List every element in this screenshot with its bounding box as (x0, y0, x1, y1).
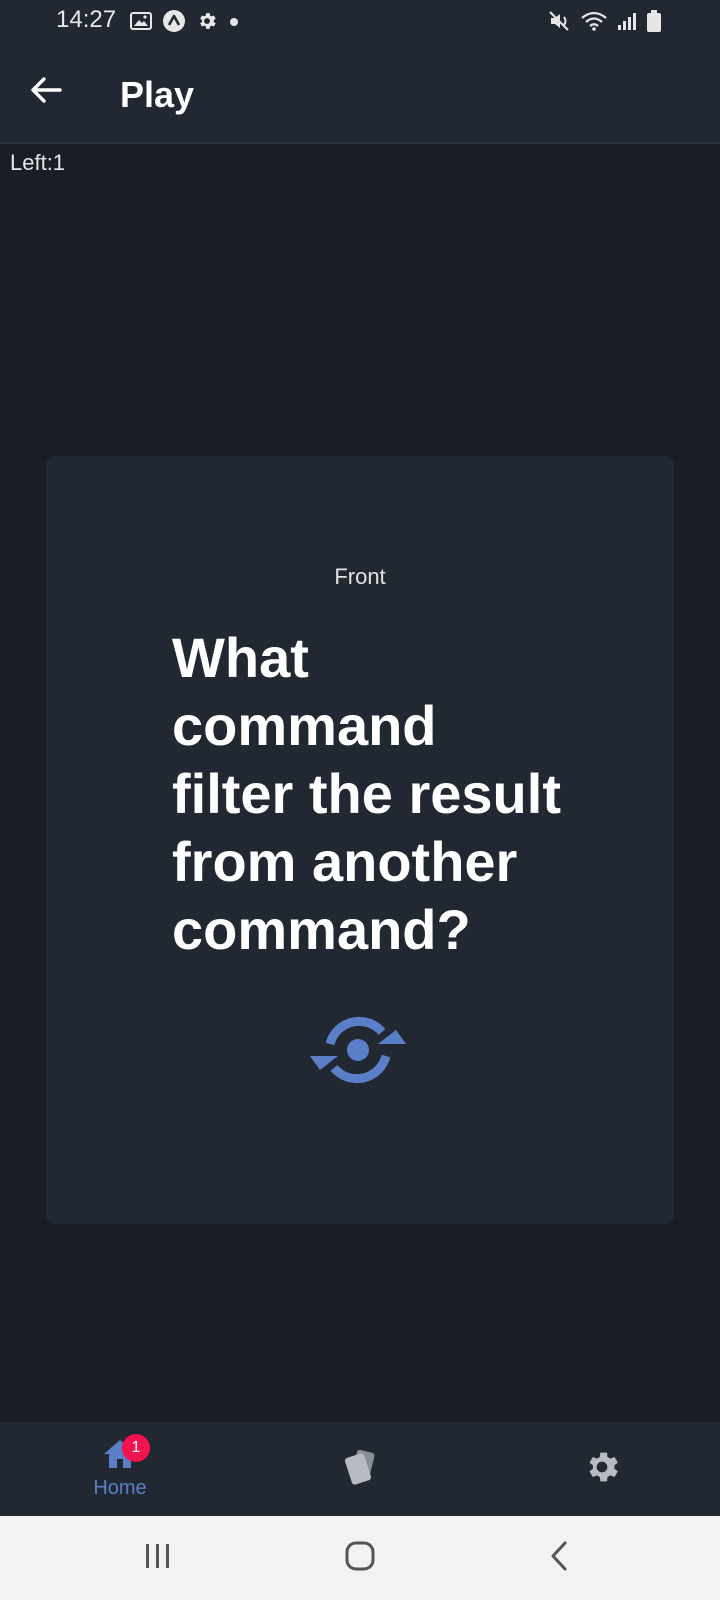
wifi-icon (580, 10, 608, 37)
cards-icon (340, 1447, 384, 1492)
battery-icon (646, 9, 662, 38)
arrow-left-icon (30, 76, 62, 109)
nav-item-cards[interactable] (292, 1422, 432, 1516)
nav-item-home[interactable]: 1 Home (50, 1422, 190, 1516)
mute-icon (548, 10, 572, 37)
back-button[interactable] (24, 70, 68, 114)
flashcard[interactable]: Front What command filter the result fro… (46, 456, 674, 1224)
page-title: Play (120, 74, 195, 115)
status-time: 14:27 (56, 6, 117, 33)
image-icon (130, 11, 152, 36)
notification-badge: 1 (122, 1434, 150, 1462)
status-bar: 14:27 (0, 0, 720, 44)
home-circle-icon (344, 1540, 376, 1577)
signal-icon (616, 10, 638, 37)
bottom-navigation: 1 Home (0, 1422, 720, 1516)
app-a-icon (162, 9, 186, 38)
flip-card-button[interactable] (296, 1004, 420, 1100)
settings-gear-icon (196, 10, 218, 37)
status-right-icons (548, 9, 662, 38)
nav-item-label: Home (93, 1477, 147, 1499)
app-bar: Play (0, 44, 720, 144)
screen: 14:27 Play Left:1 Front What command fil… (0, 0, 720, 1600)
cards-left-counter: Left:1 (10, 150, 66, 175)
recents-icon (143, 1543, 173, 1574)
gear-icon (582, 1447, 622, 1492)
recents-button[interactable] (128, 1534, 188, 1582)
system-home-button[interactable] (330, 1534, 390, 1582)
system-navigation-bar (0, 1516, 720, 1600)
card-question: What command filter the result from anot… (172, 626, 561, 961)
status-left-icons (130, 9, 240, 38)
flip-rotate-icon (296, 1002, 420, 1103)
dot-icon (228, 15, 240, 33)
card-side-label: Front (334, 564, 386, 589)
back-chevron-icon (548, 1540, 572, 1577)
system-back-button[interactable] (530, 1534, 590, 1582)
nav-item-settings[interactable] (532, 1422, 672, 1516)
